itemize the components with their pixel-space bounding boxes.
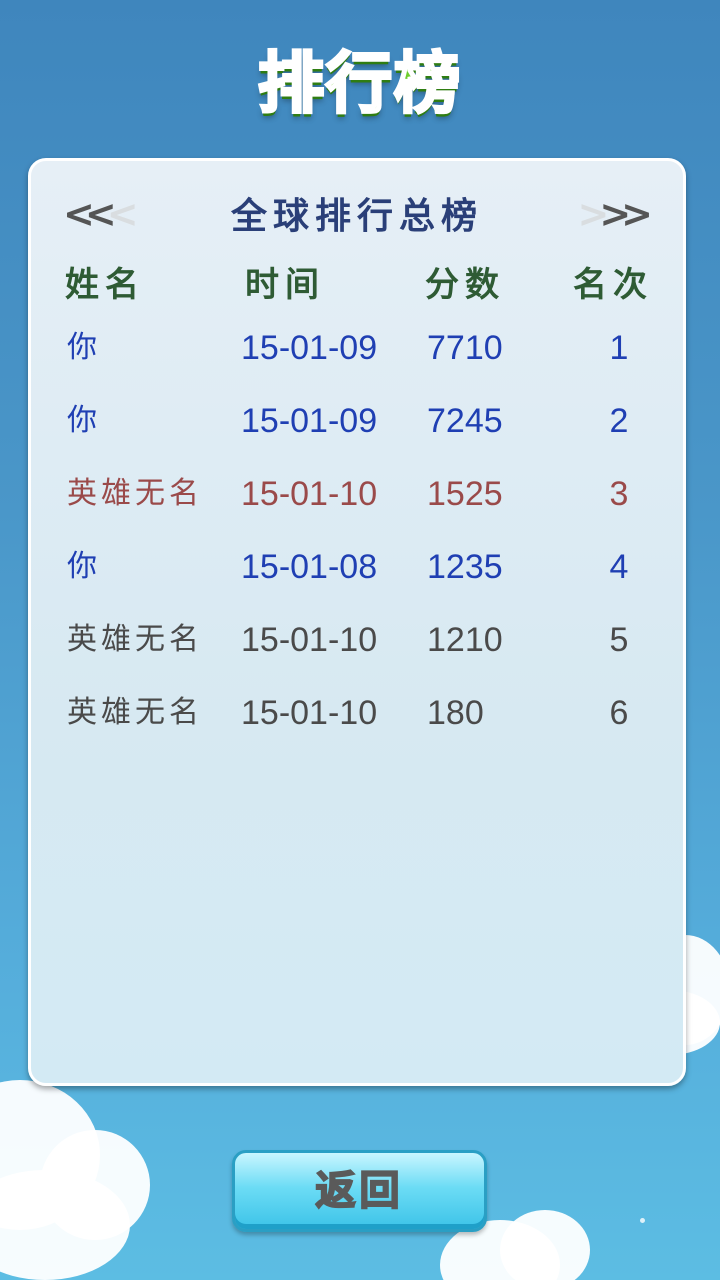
row-rank: 2 — [609, 402, 629, 440]
table-row: 英雄无名 15-01-10 1525 3 — [31, 469, 683, 519]
row-name: 你 — [67, 549, 101, 584]
row-score: 7710 — [427, 329, 503, 367]
row-time: 15-01-10 — [241, 475, 378, 513]
row-rank: 5 — [609, 621, 629, 659]
row-time: 15-01-08 — [241, 548, 378, 586]
row-score: 1210 — [427, 621, 503, 659]
column-header-name: 姓名 — [65, 265, 145, 305]
page-title: 排行榜 — [257, 44, 462, 124]
column-header-rank: 名次 — [573, 265, 653, 305]
row-name: 你 — [67, 403, 101, 438]
row-time: 15-01-10 — [241, 621, 378, 659]
row-rank: 4 — [609, 548, 629, 586]
row-score: 1525 — [427, 475, 503, 513]
row-score: 1235 — [427, 548, 503, 586]
chevron-right-icon: >>> — [577, 192, 652, 236]
table-row: 英雄无名 15-01-10 1210 5 — [31, 615, 683, 665]
column-header-score: 分数 — [425, 265, 505, 305]
row-name: 英雄无名 — [67, 695, 203, 730]
row-score: 180 — [427, 694, 484, 732]
column-header-time: 时间 — [245, 265, 325, 305]
row-time: 15-01-09 — [241, 329, 378, 367]
table-row: 你 15-01-09 7245 2 — [31, 396, 683, 446]
back-button[interactable]: 返回 — [232, 1150, 487, 1232]
row-rank: 6 — [609, 694, 629, 732]
row-rank: 3 — [609, 475, 629, 513]
table-row: 你 15-01-08 1235 4 — [31, 542, 683, 592]
row-rank: 1 — [609, 329, 629, 367]
table-row: 英雄无名 15-01-10 180 6 — [31, 688, 683, 738]
row-name: 英雄无名 — [67, 622, 203, 657]
row-time: 15-01-10 — [241, 694, 378, 732]
row-name: 你 — [67, 330, 101, 365]
row-name: 英雄无名 — [67, 476, 203, 511]
next-board-button[interactable]: >>> — [577, 192, 652, 236]
table-row: 你 15-01-09 7710 1 — [31, 323, 683, 373]
row-time: 15-01-09 — [241, 402, 378, 440]
leaderboard-panel: <<< 全球排行总榜 >>> 姓名 时间 分数 名次 你 15-01-09 77… — [28, 158, 686, 1086]
row-score: 7245 — [427, 402, 503, 440]
